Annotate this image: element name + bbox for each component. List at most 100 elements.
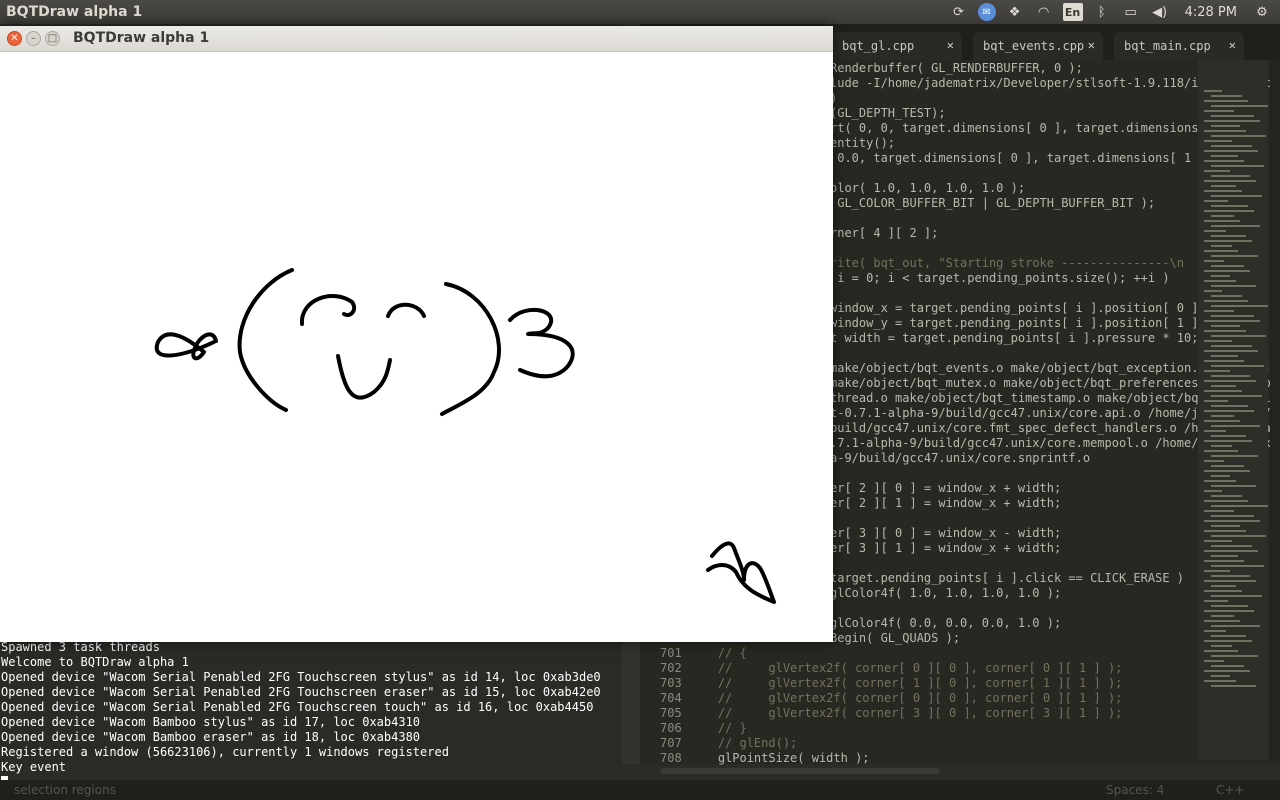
code-line: (GL_DEPTH_TEST); (830, 106, 946, 121)
minimap-line (1204, 570, 1230, 572)
minimap-line (1204, 200, 1228, 202)
bluetooth-icon[interactable]: ᛒ (1092, 3, 1112, 21)
minimap-line (1211, 165, 1264, 167)
code-line: 707 // glEnd(); (660, 736, 797, 751)
stroke-right-paren (440, 282, 501, 416)
minimap-line (1211, 255, 1258, 257)
stroke-swirl (154, 332, 218, 361)
minimap[interactable] (1198, 60, 1268, 760)
battery-icon[interactable]: ▭ (1121, 3, 1141, 21)
bqtdraw-window[interactable]: ✕ – □ BQTDraw alpha 1 (0, 26, 833, 642)
editor-status-bar: selection regions Spaces: 4 C++ (0, 780, 1280, 800)
minimap-line (1211, 135, 1266, 137)
line-number: 703 (660, 676, 682, 690)
close-tab-icon[interactable]: ✕ (947, 38, 954, 52)
minimap-line (1204, 160, 1244, 162)
minimap-line (1204, 290, 1222, 292)
line-number: 702 (660, 661, 682, 675)
minimap-line (1211, 115, 1254, 117)
code-text: er[ 3 ][ 1 ] = window_x + width; (830, 541, 1062, 555)
code-text: // glVertex2f( corner[ 1 ][ 0 ], corner[… (717, 676, 1123, 690)
minimap-line (1211, 375, 1250, 377)
code-text: window_x = target.pending_points[ i ].po… (830, 301, 1206, 315)
indentation-setting[interactable]: Spaces: 4 (1106, 783, 1164, 797)
code-line: 705 // glVertex2f( corner[ 3 ][ 0 ], cor… (660, 706, 1122, 721)
terminal-line: Registered a window (56623106), currentl… (1, 745, 449, 759)
terminal-line: Opened device "Wacom Bamboo eraser" as i… (1, 730, 421, 744)
minimap-line (1204, 640, 1252, 642)
active-app-title: BQTDraw alpha 1 (6, 4, 143, 20)
wifi-icon[interactable]: ◠ (1034, 3, 1054, 21)
minimap-line (1211, 605, 1248, 607)
minimap-line (1204, 650, 1238, 652)
minimize-window-button[interactable]: – (26, 31, 41, 46)
minimap-line (1211, 495, 1242, 497)
tab-bqt-main[interactable]: bqt_main.cpp ✕ (1114, 32, 1244, 60)
minimap-line (1204, 120, 1260, 122)
minimap-line (1211, 415, 1234, 417)
code-line: 704 // glVertex2f( corner[ 0 ][ 0 ], cor… (660, 691, 1122, 706)
minimap-line (1211, 175, 1250, 177)
minimap-line (1204, 490, 1222, 492)
minimap-line (1204, 190, 1242, 192)
terminal-line: Opened device "Wacom Bamboo stylus" as i… (1, 715, 421, 729)
code-text: rite( bqt_out, "Starting stroke --------… (830, 256, 1185, 270)
minimap-line (1204, 100, 1248, 102)
code-text: window_y = target.pending_points[ i ].po… (830, 316, 1206, 330)
minimap-line (1211, 565, 1264, 567)
minimap-line (1204, 610, 1254, 612)
drawing-canvas[interactable] (0, 52, 833, 642)
minimap-line (1204, 600, 1228, 602)
code-text: i = 0; i < target.pending_points.size();… (830, 271, 1170, 285)
messaging-icon[interactable]: ✉ (977, 3, 996, 21)
tab-label: bqt_main.cpp (1124, 39, 1211, 53)
close-window-button[interactable]: ✕ (7, 31, 22, 46)
code-line: er[ 3 ][ 0 ] = window_x - width; (830, 526, 1061, 541)
minimap-line (1211, 215, 1234, 217)
code-line: entity(); (830, 136, 895, 151)
dropbox-icon[interactable]: ❖ (1005, 3, 1025, 21)
minimap-line (1211, 195, 1262, 197)
minimap-line (1211, 145, 1252, 147)
minimap-line (1204, 660, 1224, 662)
tab-bqt-gl[interactable]: bqt_gl.cpp ✕ (832, 32, 962, 60)
minimap-line (1204, 410, 1254, 412)
code-line: t width = target.pending_points[ i ].pre… (830, 331, 1198, 346)
maximize-window-button[interactable]: □ (45, 31, 60, 46)
minimap-line (1211, 515, 1254, 517)
code-line: i = 0; i < target.pending_points.size();… (830, 271, 1170, 286)
sync-icon[interactable]: ⟳ (949, 3, 969, 21)
editor-scrollbar[interactable] (1270, 60, 1280, 760)
minimap-line (1204, 680, 1236, 682)
minimap-line (1211, 265, 1244, 267)
editor-horizontal-scrollbar[interactable] (660, 768, 940, 774)
code-text: t width = target.pending_points[ i ].pre… (830, 331, 1199, 345)
close-tab-icon[interactable]: ✕ (1088, 38, 1095, 52)
minimap-line (1204, 500, 1248, 502)
minimap-line (1211, 435, 1246, 437)
minimap-line (1211, 385, 1236, 387)
volume-icon[interactable]: ◀) (1150, 3, 1170, 21)
syntax-setting[interactable]: C++ (1216, 783, 1245, 797)
tab-bqt-events[interactable]: bqt_events.cpp ✕ (973, 32, 1103, 60)
code-text: // glVertex2f( corner[ 3 ][ 0 ], corner[… (717, 706, 1123, 720)
tab-label: bqt_gl.cpp (842, 39, 915, 53)
code-text: // glVertex2f( corner[ 0 ][ 0 ], corner[… (717, 661, 1123, 675)
minimap-line (1204, 470, 1250, 472)
settings-gear-icon[interactable]: ⚙ (1252, 3, 1272, 21)
close-tab-icon[interactable]: ✕ (1229, 38, 1236, 52)
minimap-line (1211, 365, 1264, 367)
minimap-line (1204, 520, 1260, 522)
line-number: 707 (660, 736, 682, 750)
terminal-line: Welcome to BQTDraw alpha 1 (1, 655, 189, 669)
code-text: er[ 2 ][ 1 ] = window_x + width; (830, 496, 1062, 510)
top-panel: BQTDraw alpha 1 ⟳ ✉ ❖ ◠ En ᛒ ▭ ◀) 4:28 P… (0, 0, 1280, 24)
minimap-line (1211, 675, 1230, 677)
window-titlebar[interactable]: ✕ – □ BQTDraw alpha 1 (0, 26, 833, 52)
minimap-line (1204, 580, 1256, 582)
clock[interactable]: 4:28 PM (1179, 5, 1243, 20)
code-text: entity(); (830, 136, 896, 150)
minimap-line (1211, 635, 1246, 637)
minimap-line (1204, 620, 1240, 622)
keyboard-layout-indicator[interactable]: En (1062, 3, 1083, 21)
